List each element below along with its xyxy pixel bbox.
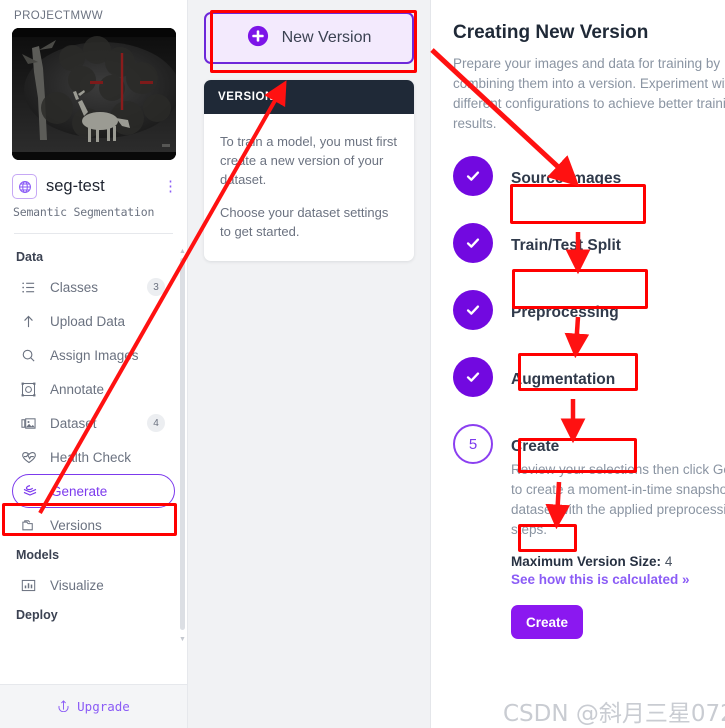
search-icon — [20, 347, 37, 364]
project-thumbnail[interactable] — [12, 28, 176, 160]
project-row[interactable]: seg-test ⋮ — [12, 172, 178, 201]
step-body: Augmentation — [511, 357, 615, 389]
sidebar-item-upload-data[interactable]: Upload Data — [12, 304, 175, 338]
sidebar-label: Visualize — [50, 577, 104, 593]
chart-icon — [20, 577, 37, 594]
project-menu-icon[interactable]: ⋮ — [163, 179, 178, 194]
steps-list: Source Images Train/Test Split Preproces… — [453, 156, 725, 639]
sidebar-item-dataset[interactable]: Dataset 4 — [12, 406, 175, 440]
sidebar-label: Health Check — [50, 449, 132, 465]
step-check-icon — [453, 156, 493, 196]
trail-camera-image — [12, 28, 176, 160]
generate-icon — [21, 483, 38, 500]
classes-count-badge: 3 — [147, 278, 165, 296]
sidebar-label: Versions — [50, 517, 102, 533]
sidebar: PROJECTMWW seg-test ⋮ Semantic Segmentat… — [0, 0, 188, 728]
sidebar-item-health-check[interactable]: Health Check — [12, 440, 175, 474]
versions-paragraph-2: Choose your dataset settings to get star… — [220, 205, 389, 239]
see-how-calculated-link[interactable]: See how this is calculated » — [511, 572, 725, 587]
sidebar-label: Upload Data — [50, 313, 126, 329]
step-label: Source Images — [511, 170, 622, 187]
maximum-version-size: Maximum Version Size: 4 — [511, 554, 725, 569]
page-title: Creating New Version — [453, 22, 649, 43]
sidebar-item-assign-images[interactable]: Assign Images — [12, 338, 175, 372]
upgrade-button[interactable]: Upgrade — [0, 684, 187, 728]
folder-icon — [20, 517, 37, 534]
step-create[interactable]: 5 Create Review your selections then cli… — [453, 424, 725, 639]
sidebar-label: Classes — [50, 279, 99, 295]
step-label: Create — [511, 438, 560, 455]
app-root: PROJECTMWW seg-test ⋮ Semantic Segmentat… — [0, 0, 725, 728]
sidebar-scroll-area: PROJECTMWW seg-test ⋮ Semantic Segmentat… — [0, 0, 187, 684]
heartbeat-icon — [20, 449, 37, 466]
annotate-icon — [20, 381, 37, 398]
versions-column: New Version VERSIONS To train a model, y… — [188, 0, 431, 728]
project-name: seg-test — [46, 177, 105, 195]
sidebar-group-data: Data — [16, 250, 44, 264]
sidebar-item-versions[interactable]: Versions — [12, 508, 175, 542]
step-description: Review your selections then click Genera… — [511, 462, 725, 537]
project-workspace-label: PROJECTMWW — [14, 10, 103, 22]
sidebar-item-visualize[interactable]: Visualize — [12, 568, 175, 602]
step-body: Source Images — [511, 156, 621, 188]
step-number-badge: 5 — [453, 424, 493, 464]
scroll-up-arrow[interactable]: ▲ — [179, 248, 186, 255]
sidebar-label: Dataset — [50, 415, 97, 431]
create-button[interactable]: Create — [511, 605, 583, 639]
plus-circle-icon — [247, 25, 269, 52]
watermark: CSDN @斜月三星0727 — [503, 701, 725, 727]
max-size-label: Maximum Version Size: — [511, 554, 662, 569]
upgrade-icon — [57, 699, 70, 715]
versions-card: VERSIONS To train a model, you must firs… — [204, 80, 414, 261]
sidebar-group-deploy: Deploy — [16, 608, 58, 622]
sidebar-item-classes[interactable]: Classes 3 — [12, 270, 175, 304]
step-check-icon — [453, 223, 493, 263]
versions-paragraph-1: To train a model, you must first create … — [220, 134, 398, 187]
step-body: Create Review your selections then click… — [511, 424, 725, 639]
upgrade-label: Upgrade — [77, 699, 130, 714]
sidebar-item-generate[interactable]: Generate — [12, 474, 175, 508]
upload-icon — [20, 313, 37, 330]
step-label: Train/Test Split — [511, 237, 621, 254]
step-preprocessing[interactable]: Preprocessing — [453, 290, 725, 330]
new-version-label: New Version — [281, 29, 372, 46]
sidebar-item-annotate[interactable]: Annotate — [12, 372, 175, 406]
sidebar-label: Generate — [51, 483, 108, 499]
versions-card-header: VERSIONS — [204, 80, 414, 114]
list-icon — [20, 279, 37, 296]
images-icon — [20, 415, 37, 432]
step-check-icon — [453, 290, 493, 330]
creating-new-version-panel: Creating New Version Prepare your images… — [431, 0, 725, 728]
sidebar-scrollbar[interactable]: ▲ ▼ — [179, 248, 186, 643]
versions-card-body: To train a model, you must first create … — [204, 114, 414, 261]
scrollbar-thumb[interactable] — [180, 258, 185, 630]
new-version-button[interactable]: New Version — [204, 12, 414, 64]
globe-icon — [12, 174, 37, 199]
step-label: Preprocessing — [511, 304, 619, 321]
step-source-images[interactable]: Source Images — [453, 156, 725, 196]
sidebar-label: Annotate — [50, 381, 105, 397]
step-label: Augmentation — [511, 371, 616, 388]
step-check-icon — [453, 357, 493, 397]
scroll-down-arrow[interactable]: ▼ — [179, 636, 186, 643]
dataset-count-badge: 4 — [147, 414, 165, 432]
page-description: Prepare your images and data for trainin… — [453, 56, 725, 131]
sidebar-label: Assign Images — [50, 347, 139, 363]
step-augmentation[interactable]: Augmentation — [453, 357, 725, 397]
step-body: Preprocessing — [511, 290, 619, 322]
max-size-value: 4 — [664, 554, 673, 569]
project-type-label: Semantic Segmentation — [13, 205, 155, 219]
sidebar-group-models: Models — [16, 548, 60, 562]
step-body: Train/Test Split — [511, 223, 621, 255]
sidebar-divider — [14, 233, 173, 234]
step-train-test-split[interactable]: Train/Test Split — [453, 223, 725, 263]
